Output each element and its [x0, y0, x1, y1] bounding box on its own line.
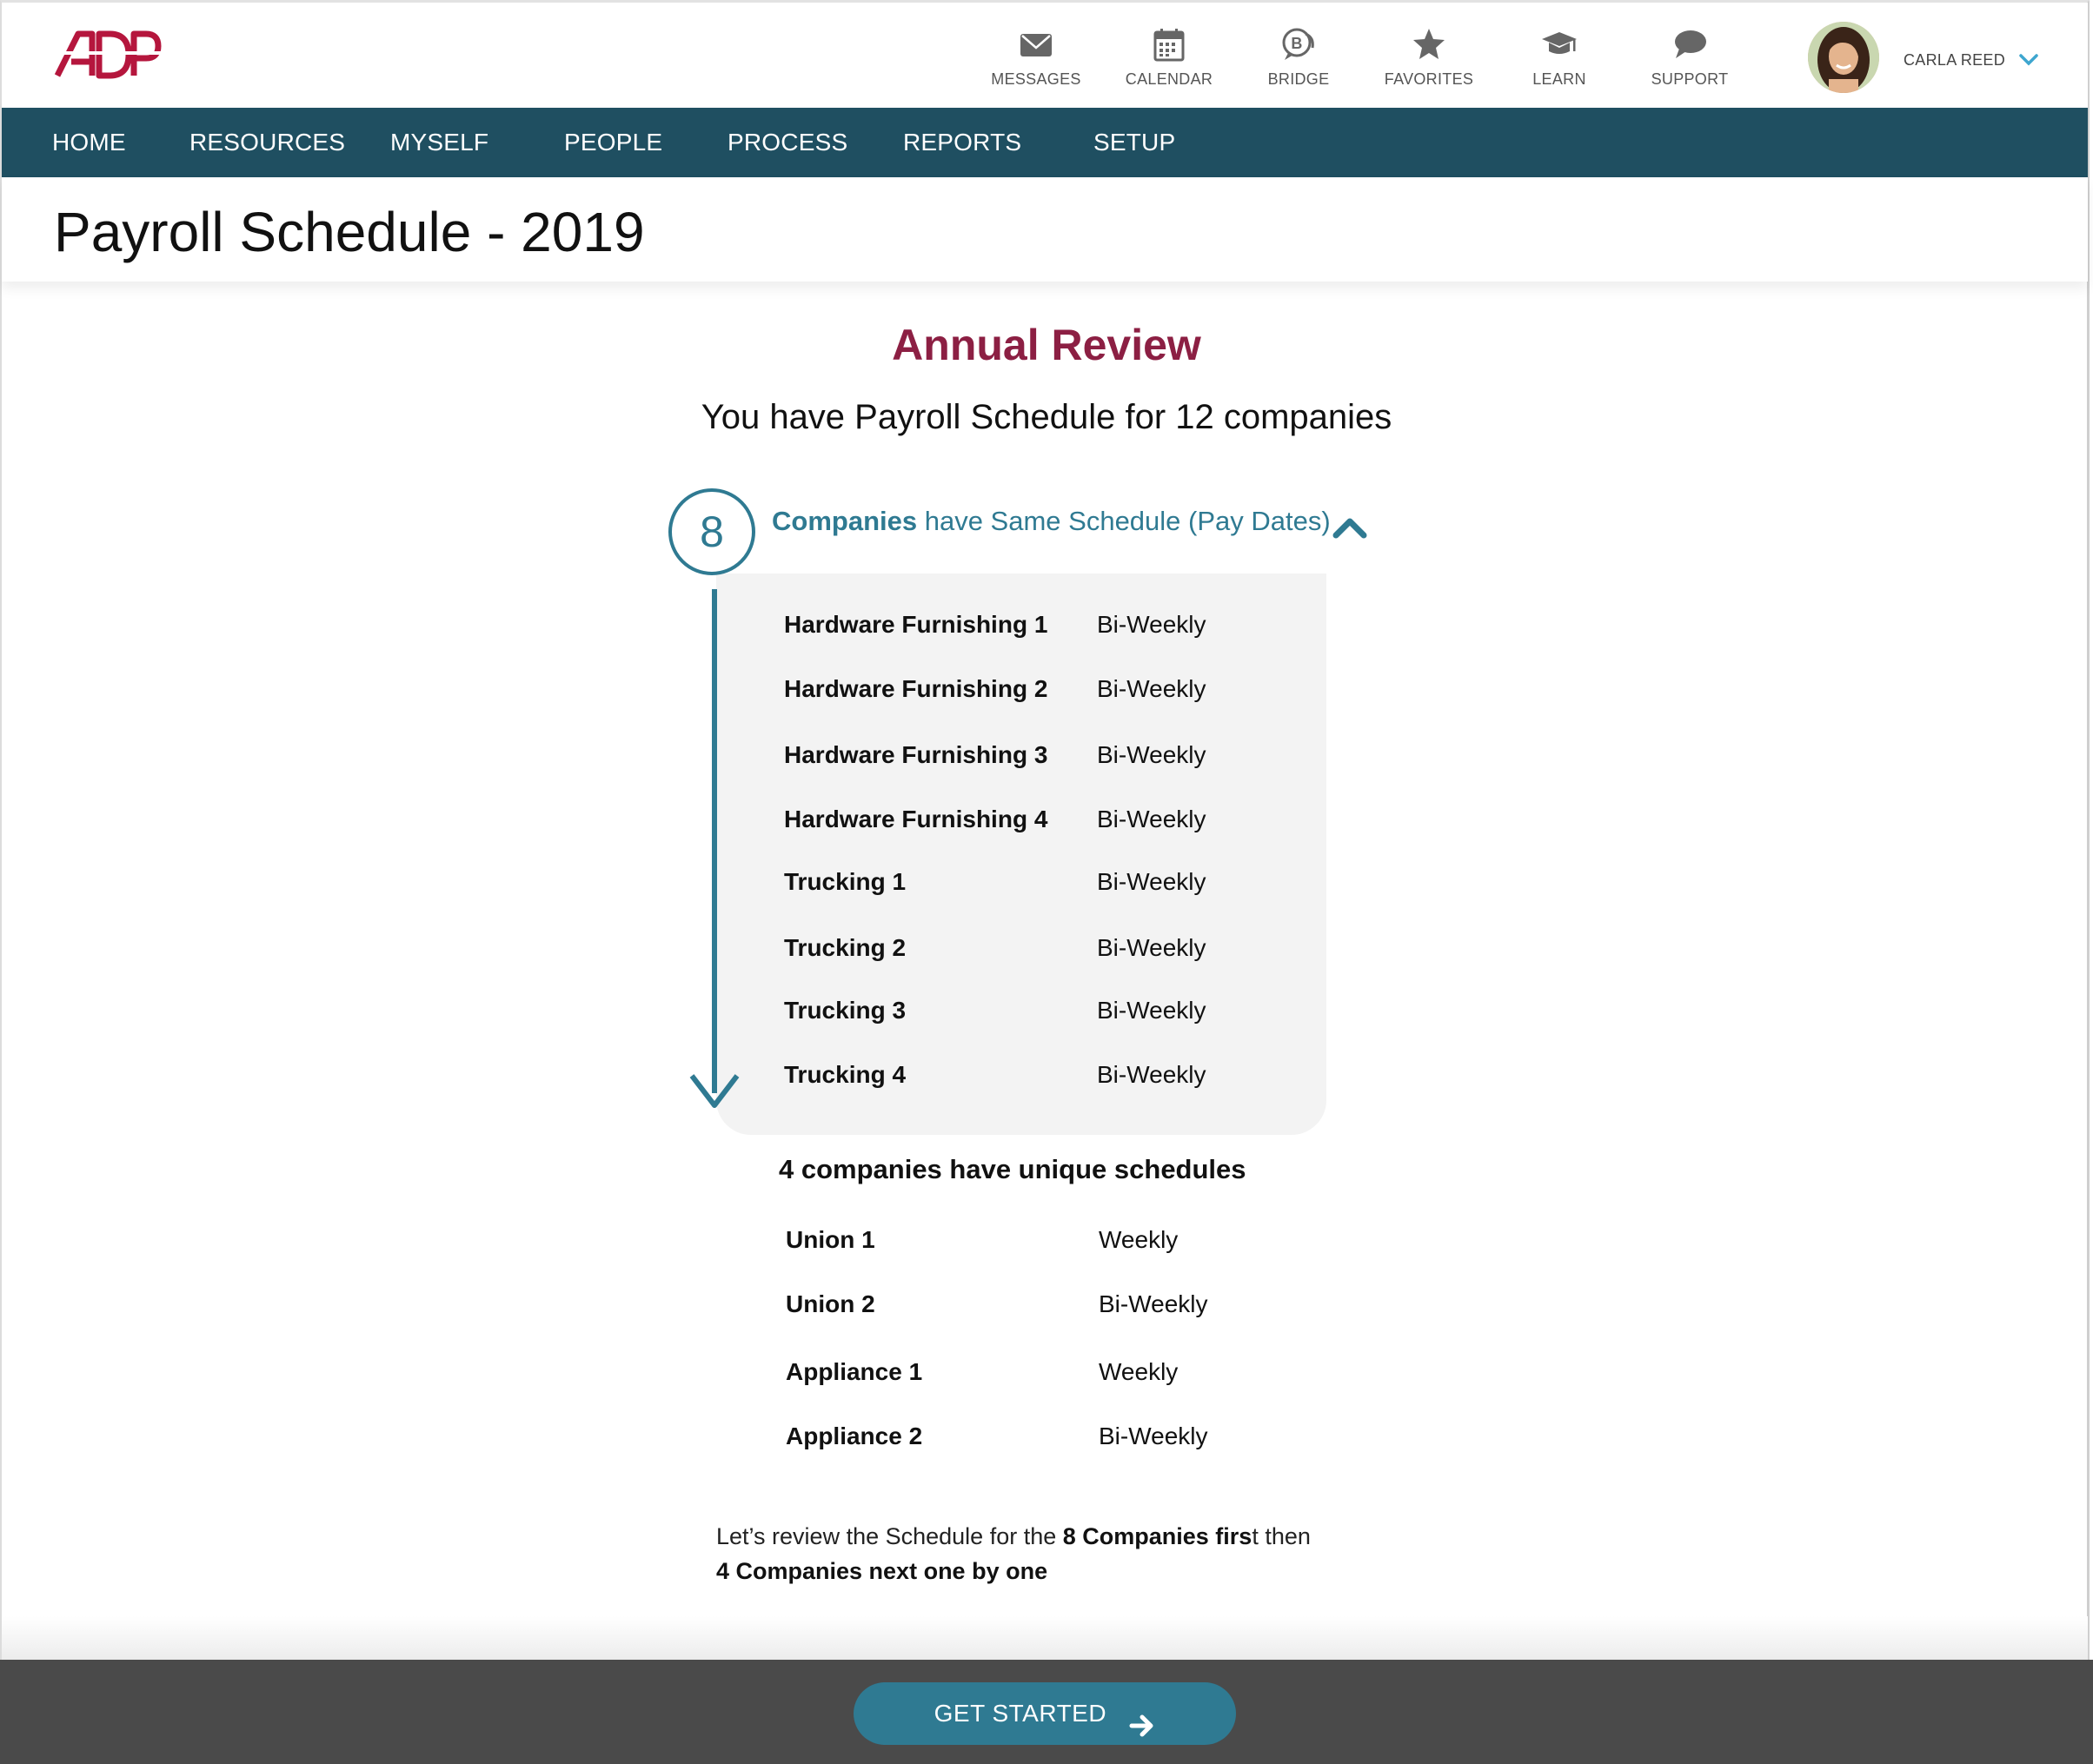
- chevron-down-icon[interactable]: [2018, 50, 2039, 70]
- company-schedule: Weekly: [1099, 1226, 1179, 1253]
- same-schedule-count: 8: [668, 488, 755, 575]
- svg-text:B: B: [1291, 35, 1302, 52]
- company-name: Hardware Furnishing 1: [784, 611, 1048, 638]
- adp-logo[interactable]: [54, 27, 162, 83]
- company-schedule: Bi-Weekly: [1099, 1290, 1208, 1317]
- nav-people[interactable]: PEOPLE: [564, 129, 662, 156]
- instructions-part1: Let’s review the Schedule for the: [716, 1523, 1063, 1549]
- company-schedule: Bi-Weekly: [1097, 868, 1206, 895]
- company-name: Appliance 2: [786, 1422, 923, 1449]
- page-header: Payroll Schedule - 2019: [2, 177, 2088, 282]
- company-schedule: Bi-Weekly: [1097, 741, 1206, 768]
- bridge-label: BRIDGE: [1267, 70, 1330, 88]
- envelope-icon: [1017, 25, 1055, 63]
- review-subtitle: You have Payroll Schedule for 12 compani…: [701, 398, 1392, 436]
- company-schedule: Bi-Weekly: [1097, 806, 1206, 832]
- company-schedule: Weekly: [1099, 1358, 1179, 1385]
- same-schedule-label-bold: Companies: [772, 506, 918, 536]
- unique-schedules-heading: 4 companies have unique schedules: [779, 1154, 1246, 1184]
- flow-arrow-icon: [689, 589, 740, 1108]
- nav-myself[interactable]: MYSELF: [390, 129, 488, 156]
- company-name: Hardware Furnishing 3: [784, 741, 1048, 768]
- same-schedule-panel: [716, 574, 1326, 1135]
- nav-home[interactable]: HOME: [52, 129, 126, 156]
- user-avatar[interactable]: [1808, 22, 1879, 93]
- support-nav[interactable]: SUPPORT: [1629, 25, 1751, 89]
- calendar-label: CALENDAR: [1125, 70, 1213, 88]
- star-icon: [1410, 25, 1448, 63]
- main-nav: HOME RESOURCES MYSELF PEOPLE PROCESS REP…: [2, 108, 2088, 177]
- company-name: Appliance 1: [786, 1358, 923, 1385]
- company-schedule: Bi-Weekly: [1099, 1422, 1208, 1449]
- support-label: SUPPORT: [1651, 70, 1729, 88]
- company-schedule: Bi-Weekly: [1097, 675, 1206, 702]
- top-utility-bar: MESSAGES CALENDAR B BRIDGE FAVORITES LEA…: [2, 3, 2088, 108]
- company-name: Trucking 2: [784, 934, 907, 961]
- learn-nav[interactable]: LEARN: [1498, 25, 1620, 89]
- favorites-label: FAVORITES: [1384, 70, 1474, 88]
- bridge-nav[interactable]: B BRIDGE: [1238, 25, 1359, 89]
- company-name: Union 2: [786, 1290, 875, 1317]
- learn-label: LEARN: [1532, 70, 1586, 88]
- get-started-label: GET STARTED: [934, 1700, 1107, 1727]
- company-schedule: Bi-Weekly: [1097, 997, 1206, 1024]
- chevron-up-icon[interactable]: [1332, 514, 1368, 540]
- content-fade: [2, 1616, 2088, 1660]
- bridge-chat-icon: B: [1279, 25, 1318, 63]
- review-instructions: Let’s review the Schedule for the 8 Comp…: [716, 1519, 1311, 1588]
- arrow-right-icon: [1129, 1700, 1155, 1737]
- company-name: Union 1: [786, 1226, 875, 1253]
- favorites-nav[interactable]: FAVORITES: [1368, 25, 1490, 89]
- nav-setup[interactable]: SETUP: [1093, 129, 1175, 156]
- same-schedule-label: have Same Schedule (Pay Dates): [917, 506, 1331, 536]
- speech-bubble-icon: [1671, 25, 1709, 63]
- company-schedule: Bi-Weekly: [1097, 611, 1206, 638]
- company-name: Trucking 3: [784, 997, 907, 1024]
- company-name: Trucking 1: [784, 868, 907, 895]
- company-schedule: Bi-Weekly: [1097, 934, 1206, 961]
- nav-process[interactable]: PROCESS: [728, 129, 847, 156]
- instructions-part2: t then: [1252, 1523, 1311, 1549]
- annual-review-heading: Annual Review: [892, 321, 1201, 369]
- instructions-bold2: 4 Companies next one by one: [716, 1558, 1048, 1584]
- user-name[interactable]: CARLA REED: [1904, 51, 2005, 70]
- messages-label: MESSAGES: [991, 70, 1081, 88]
- nav-reports[interactable]: REPORTS: [903, 129, 1021, 156]
- get-started-button[interactable]: GET STARTED: [854, 1682, 1236, 1745]
- nav-resources[interactable]: RESOURCES: [189, 129, 345, 156]
- instructions-bold1: 8 Companies firs: [1062, 1523, 1252, 1549]
- messages-nav[interactable]: MESSAGES: [975, 25, 1097, 89]
- calendar-nav[interactable]: CALENDAR: [1108, 25, 1230, 89]
- graduation-cap-icon: [1540, 25, 1578, 63]
- company-name: Hardware Furnishing 2: [784, 675, 1048, 702]
- page-title: Payroll Schedule - 2019: [54, 201, 645, 263]
- company-name: Trucking 4: [784, 1061, 907, 1088]
- calendar-icon: [1150, 25, 1188, 63]
- same-schedule-toggle[interactable]: Companies have Same Schedule (Pay Dates): [772, 506, 1331, 537]
- company-schedule: Bi-Weekly: [1097, 1061, 1206, 1088]
- company-name: Hardware Furnishing 4: [784, 806, 1048, 832]
